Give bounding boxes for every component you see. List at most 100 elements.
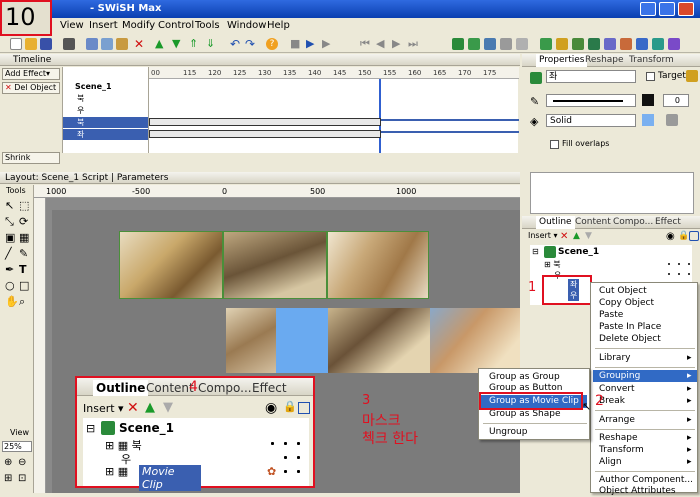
menu-library[interactable]: Library — [599, 353, 630, 364]
shrink-button[interactable]: Shrink — [2, 152, 60, 164]
eye-icon[interactable]: ◉ — [265, 400, 277, 416]
shell-image[interactable] — [328, 308, 430, 373]
timeline-layer-row-selected[interactable]: 북 — [63, 117, 149, 128]
shell-image[interactable] — [223, 231, 327, 299]
insert-sprite-icon[interactable] — [500, 38, 512, 50]
insert-frame-icon[interactable] — [668, 38, 680, 50]
shell-image[interactable] — [327, 231, 429, 299]
redo-icon[interactable]: ↷ — [245, 38, 257, 50]
menu-group-as-group[interactable]: Group as Group — [489, 372, 560, 383]
menu-tools[interactable]: Tools — [195, 18, 220, 34]
object-name-field[interactable]: 좌 — [546, 70, 636, 83]
hand-tool-icon[interactable]: ✋ — [5, 295, 19, 308]
fill-options-icon[interactable] — [666, 114, 678, 126]
outline-mode-icon[interactable] — [689, 231, 699, 241]
forward-end-icon[interactable]: ⏭ — [408, 38, 420, 50]
menu-object-attributes[interactable]: Object Attributes — [599, 486, 676, 497]
line-tool-icon[interactable]: ╱ — [5, 247, 17, 260]
bring-front-icon[interactable]: ⇑ — [189, 38, 201, 50]
insert-scene-icon[interactable] — [452, 38, 464, 50]
pencil-tool-icon[interactable]: ✎ — [19, 247, 31, 260]
move-up-icon[interactable]: ▲ — [155, 38, 167, 50]
zoom-out-icon[interactable]: ⊖ — [18, 457, 30, 469]
cut-icon[interactable] — [86, 38, 98, 50]
fill-type-select[interactable]: Solid — [546, 114, 636, 127]
open-icon[interactable] — [25, 38, 37, 50]
tree-scene[interactable]: Scene_1 — [119, 421, 174, 435]
line-style-select[interactable] — [546, 94, 636, 107]
delete-icon[interactable]: ✕ — [134, 38, 146, 50]
tree-scene[interactable]: Scene_1 — [558, 247, 599, 257]
fill-color-swatch[interactable] — [642, 114, 654, 126]
preview-icon[interactable] — [63, 38, 75, 50]
menu-paste-in-place[interactable]: Paste In Place — [599, 322, 661, 333]
close-button[interactable] — [678, 2, 694, 16]
fit-view-icon[interactable]: ⊞ — [4, 473, 16, 485]
step-back-icon[interactable]: ◀ — [376, 38, 388, 50]
shell-image[interactable] — [226, 308, 276, 373]
shell-image[interactable] — [119, 231, 223, 299]
fill-tool-icon[interactable]: ▦ — [19, 231, 31, 244]
delete-icon[interactable]: ✕ — [127, 400, 139, 416]
new-icon[interactable] — [10, 38, 22, 50]
tree-item[interactable]: ⊞ ▦ — [105, 465, 128, 478]
target-checkbox[interactable] — [646, 72, 655, 81]
menu-copy-object[interactable]: Copy Object — [599, 298, 654, 309]
insert-script-icon[interactable] — [572, 38, 584, 50]
layout-tabs[interactable]: Layout: Scene_1 Script | Parameters — [5, 173, 168, 183]
tab-transform[interactable]: Transform — [626, 54, 677, 67]
insert-button-icon[interactable] — [484, 38, 496, 50]
timeline-layer-row-selected[interactable]: 좌 — [63, 129, 149, 140]
undo-icon[interactable]: ↶ — [230, 38, 242, 50]
tab-effect[interactable]: Effect — [249, 380, 290, 396]
insert-shape-icon[interactable] — [604, 38, 616, 50]
tab-components[interactable]: Compo... — [195, 380, 255, 396]
tab-reshape[interactable]: Reshape — [582, 54, 627, 67]
insert-effect-icon[interactable] — [540, 38, 552, 50]
rect-tool-icon[interactable]: □ — [19, 279, 31, 292]
menu-convert[interactable]: Convert — [599, 384, 635, 395]
rewind-icon[interactable]: ⏮ — [360, 38, 372, 50]
menu-modify[interactable]: Modify — [122, 18, 155, 34]
delete-icon[interactable]: ✕ — [560, 231, 572, 243]
zoom-select[interactable]: 25% — [2, 441, 32, 452]
insert-group-icon[interactable] — [636, 38, 648, 50]
tree-item[interactable]: ⊞ 북 — [544, 259, 561, 270]
menu-transform[interactable]: Transform — [599, 445, 644, 456]
menu-delete-object[interactable]: Delete Object — [599, 334, 661, 345]
lock-icon[interactable]: 🔒 — [283, 400, 297, 413]
copy-icon[interactable] — [101, 38, 113, 50]
move-up-icon[interactable]: ▲ — [573, 231, 585, 243]
minimize-button[interactable] — [640, 2, 656, 16]
timeline-playhead[interactable] — [379, 79, 381, 153]
move-down-icon[interactable]: ▼ — [172, 38, 184, 50]
tab-outline[interactable]: Outline — [536, 216, 575, 229]
maximize-button[interactable] — [659, 2, 675, 16]
move-up-icon[interactable]: ▲ — [145, 400, 155, 415]
menu-reshape[interactable]: Reshape — [599, 433, 638, 444]
tree-item-movie-clip[interactable]: Movie Clip — [139, 465, 201, 491]
component-icon[interactable] — [686, 70, 698, 82]
paste-icon[interactable] — [116, 38, 128, 50]
timeline-layer-row[interactable]: 우 — [63, 105, 149, 116]
menu-view[interactable]: View — [60, 18, 84, 34]
rotate-tool-icon[interactable]: ⟳ — [19, 215, 31, 228]
mask-rect[interactable] — [276, 308, 328, 373]
menu-control[interactable]: Control — [158, 18, 194, 34]
insert-menu[interactable]: Insert ▾ — [528, 231, 558, 240]
menu-insert[interactable]: Insert — [89, 18, 118, 34]
menu-author-component[interactable]: Author Component... — [599, 475, 693, 486]
menu-paste[interactable]: Paste — [599, 310, 623, 321]
outline-mode-icon[interactable] — [298, 402, 310, 414]
insert-movie-icon[interactable] — [620, 38, 632, 50]
move-down-icon[interactable]: ▼ — [163, 400, 173, 415]
save-icon[interactable] — [40, 38, 52, 50]
insert-sound-icon[interactable] — [556, 38, 568, 50]
tab-outline[interactable]: Outline — [93, 380, 149, 396]
ellipse-tool-icon[interactable]: ○ — [5, 279, 17, 292]
tab-components[interactable]: Compo... — [610, 216, 656, 229]
line-width-field[interactable]: 0 — [663, 94, 689, 107]
menu-ungroup[interactable]: Ungroup — [489, 427, 527, 438]
del-object-button[interactable]: ✕ Del Object — [2, 82, 60, 94]
menu-arrange[interactable]: Arrange — [599, 415, 635, 426]
